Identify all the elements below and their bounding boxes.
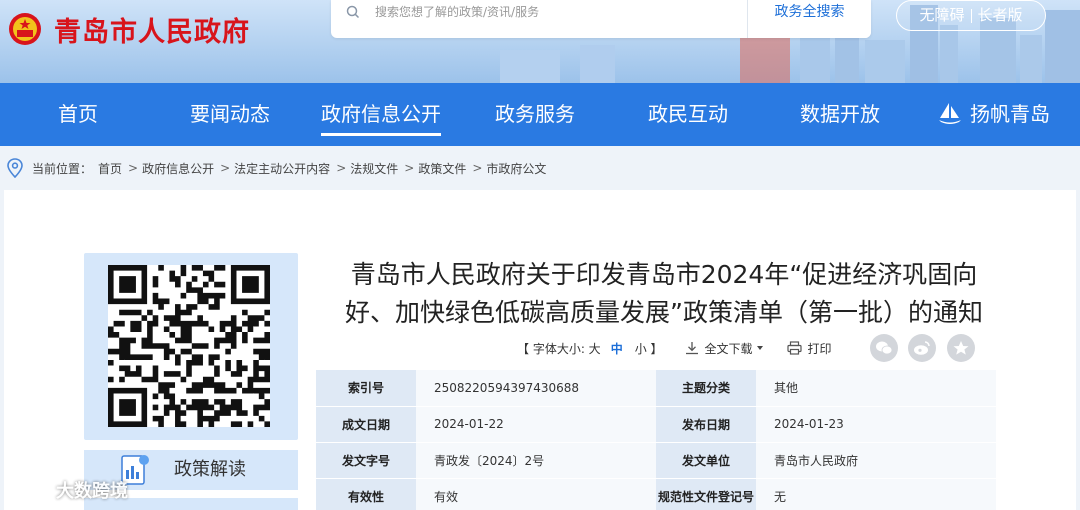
breadcrumb-separator: > (336, 161, 347, 175)
meta-key: 发文字号 (316, 442, 416, 479)
breadcrumb: 当前位置： 首页 > 政府信息公开 > 法定主动公开内容 > 法规文件 > 政策… (0, 146, 1080, 190)
meta-key: 发文单位 (656, 442, 756, 479)
caret-down-icon (756, 346, 763, 350)
meta-key: 索引号 (316, 370, 416, 407)
main-nav: 首页 要闻动态 政府信息公开 政务服务 政民互动 数据开放 扬帆青岛 (0, 83, 1080, 146)
table-row: 发文字号 青政发〔2024〕2号 发文单位 青岛市人民政府 (316, 442, 996, 479)
search-icon (346, 5, 360, 19)
breadcrumb-item-statutory[interactable]: 法定主动公开内容 (234, 160, 330, 177)
accessibility-group: 无障碍 长者版 (896, 0, 1046, 31)
meta-value: 无 (756, 478, 996, 510)
breadcrumb-item-home[interactable]: 首页 (98, 160, 122, 177)
meta-value: 2024-01-23 (756, 406, 996, 443)
weibo-icon (914, 341, 930, 355)
table-row: 有效性 有效 规范性文件登记号 无 (316, 478, 996, 510)
nav-item-yangfan[interactable]: 扬帆青岛 (938, 83, 1050, 146)
location-pin-icon (7, 158, 23, 178)
article-title: 青岛市人民政府关于印发青岛市2024年“促进经济巩固向 好、加快绿色低碳高质量发… (319, 256, 1009, 332)
meta-key: 主题分类 (656, 370, 756, 407)
nav-item-home[interactable]: 首页 (58, 83, 98, 146)
breadcrumb-item-regulations[interactable]: 法规文件 (350, 160, 398, 177)
nav-item-open-data[interactable]: 数据开放 (800, 83, 880, 146)
table-row: 成文日期 2024-01-22 发布日期 2024-01-23 (316, 406, 996, 443)
breadcrumb-separator: > (220, 161, 231, 175)
share-wechat-button[interactable] (870, 334, 898, 362)
search-bar: 政务全搜索 (331, 0, 871, 38)
meta-value: 青岛市人民政府 (756, 442, 996, 479)
article-title-line: 好、加快绿色低碳高质量发展”政策清单（第一批）的通知 (345, 298, 983, 327)
meta-key: 规范性文件登记号 (656, 478, 756, 510)
meta-value: 青政发〔2024〕2号 (416, 442, 656, 479)
font-size-small-option[interactable]: 小 】 (635, 340, 663, 357)
font-size-medium-option[interactable]: 中 (611, 340, 623, 357)
sail-icon (939, 103, 961, 124)
watermark-text: 大数跨境 (56, 481, 128, 502)
meta-key: 有效性 (316, 478, 416, 510)
accessibility-link[interactable]: 无障碍 (913, 1, 970, 30)
watermark-logo-icon (7, 480, 47, 499)
site-title[interactable]: 青岛市人民政府 (54, 10, 250, 49)
breadcrumb-item-municipal[interactable]: 市政府公文 (486, 160, 546, 177)
favorite-button[interactable] (947, 334, 975, 362)
print-button[interactable]: 打印 (786, 340, 832, 357)
meta-key: 发布日期 (656, 406, 756, 443)
breadcrumb-item-policy[interactable]: 政策文件 (418, 160, 466, 177)
meta-value: 有效 (416, 478, 656, 510)
breadcrumb-separator: > (404, 161, 415, 175)
download-label: 全文下载 (704, 341, 753, 356)
table-row: 索引号 2508220594397430688 主题分类 其他 (316, 370, 996, 407)
nav-item-services[interactable]: 政务服务 (495, 83, 575, 146)
article-card: 政策解读 青岛市人民政府关于印发青岛市2024年“促进经济巩固向 好、加快绿色低… (4, 190, 1076, 510)
watermark-overlay: 大数跨境 (6, 474, 128, 506)
nav-item-interaction[interactable]: 政民互动 (648, 83, 728, 146)
breadcrumb-separator: > (128, 161, 139, 175)
breadcrumb-separator: > (472, 161, 483, 175)
national-emblem-icon (9, 13, 41, 45)
article-tools: 【 字体大小: 大 中 小 】 全文下载 打印 (517, 338, 832, 358)
download-button[interactable]: 全文下载 (685, 340, 771, 357)
wechat-icon (876, 341, 893, 355)
elder-mode-link[interactable]: 长者版 (972, 1, 1029, 30)
nav-item-gov-info[interactable]: 政府信息公开 (321, 83, 441, 146)
meta-key: 成文日期 (316, 406, 416, 443)
side-tab-label: 政策解读 (174, 459, 246, 480)
print-label: 打印 (807, 341, 832, 356)
meta-value: 其他 (756, 370, 996, 407)
qr-code (108, 265, 270, 427)
search-button[interactable]: 政务全搜索 (747, 0, 871, 38)
meta-value: 2508220594397430688 (416, 370, 656, 407)
download-icon (685, 342, 698, 355)
printer-icon (786, 341, 802, 355)
breadcrumb-prefix: 当前位置： (32, 161, 93, 176)
qr-code-panel (84, 253, 298, 440)
header-banner: 青岛市人民政府 政务全搜索 无障碍 长者版 (0, 0, 1080, 83)
star-icon (953, 341, 969, 355)
nav-item-label: 扬帆青岛 (970, 102, 1050, 126)
nav-item-news[interactable]: 要闻动态 (190, 83, 270, 146)
font-size-large-option[interactable]: 【 字体大小: 大 (517, 340, 601, 357)
page: 青岛市人民政府 政务全搜索 无障碍 长者版 首页 要闻动态 政府信息公开 政务服… (0, 0, 1080, 510)
search-input[interactable] (375, 0, 735, 24)
breadcrumb-item-gov-info[interactable]: 政府信息公开 (142, 160, 214, 177)
share-weibo-button[interactable] (908, 334, 936, 362)
meta-value: 2024-01-22 (416, 406, 656, 443)
document-metadata-table: 索引号 2508220594397430688 主题分类 其他 成文日期 202… (316, 370, 996, 510)
article-title-line: 青岛市人民政府关于印发青岛市2024年“促进经济巩固向 (350, 260, 978, 289)
